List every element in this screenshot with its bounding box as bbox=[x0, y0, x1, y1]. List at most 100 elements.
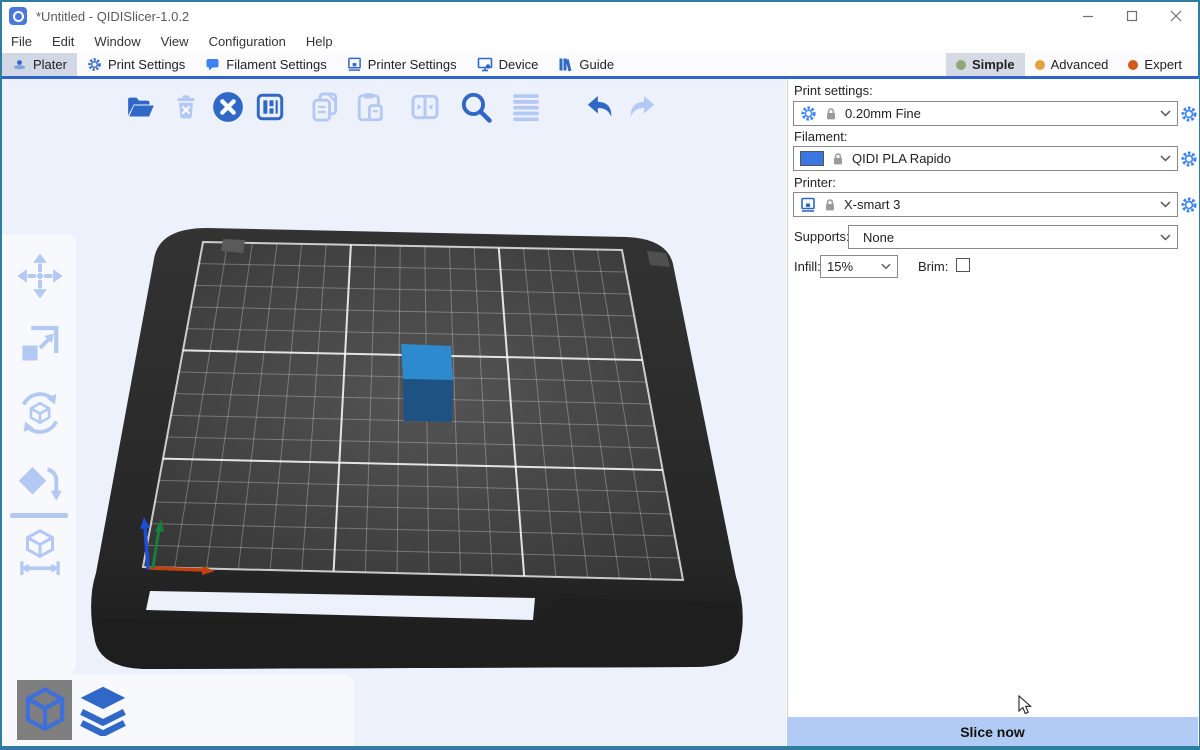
tab-guide[interactable]: Guide bbox=[548, 53, 624, 76]
tab-label: Plater bbox=[33, 57, 67, 72]
advanced-dot-icon bbox=[1035, 60, 1045, 70]
gear-icon bbox=[800, 105, 817, 122]
gear-icon bbox=[1180, 105, 1198, 123]
expert-dot-icon bbox=[1128, 60, 1138, 70]
copy-button[interactable] bbox=[305, 88, 345, 126]
scale-tool-button[interactable] bbox=[14, 315, 66, 371]
lock-icon bbox=[831, 152, 845, 166]
chevron-down-icon bbox=[1160, 155, 1171, 162]
title-bar: *Untitled - QIDISlicer-1.0.2 bbox=[2, 2, 1198, 30]
menu-edit[interactable]: Edit bbox=[42, 34, 84, 49]
menu-window[interactable]: Window bbox=[84, 34, 150, 49]
redo-button[interactable] bbox=[622, 88, 662, 126]
bed-clip-left bbox=[221, 239, 245, 253]
tab-filament-settings[interactable]: Filament Settings bbox=[195, 53, 336, 76]
rotate-tool-button[interactable] bbox=[14, 385, 66, 441]
chevron-down-icon bbox=[1160, 201, 1171, 208]
filament-select[interactable]: QIDI PLA Rapido bbox=[793, 146, 1178, 171]
editor-view-button[interactable] bbox=[17, 680, 72, 740]
printer-bed-scene[interactable] bbox=[2, 79, 786, 746]
menu-configuration[interactable]: Configuration bbox=[199, 34, 296, 49]
device-monitor-icon bbox=[477, 57, 493, 72]
tab-printer-settings[interactable]: Printer Settings bbox=[337, 53, 467, 76]
slice-now-button[interactable]: Slice now bbox=[787, 717, 1198, 746]
undo-button[interactable] bbox=[580, 88, 620, 126]
print-settings-select[interactable]: 0.20mm Fine bbox=[793, 101, 1178, 126]
model-cube[interactable] bbox=[401, 344, 453, 422]
cube-front-face bbox=[403, 379, 453, 422]
3d-editor-icon bbox=[21, 684, 69, 736]
move-icon bbox=[15, 250, 65, 302]
printer-value: X-smart 3 bbox=[844, 197, 1153, 212]
print-settings-value: 0.20mm Fine bbox=[845, 106, 1153, 121]
brim-checkbox[interactable] bbox=[956, 258, 970, 272]
cube-top-face bbox=[401, 344, 453, 380]
place-on-face-tool-button[interactable] bbox=[14, 454, 66, 510]
tab-label: Device bbox=[499, 57, 539, 72]
simple-dot-icon bbox=[956, 60, 966, 70]
brim-label: Brim: bbox=[918, 259, 948, 274]
gear-icon bbox=[1180, 196, 1198, 214]
mode-advanced[interactable]: Advanced bbox=[1025, 53, 1119, 76]
redo-icon bbox=[625, 90, 659, 124]
printer-icon bbox=[800, 197, 816, 213]
supports-select[interactable]: None bbox=[848, 225, 1178, 249]
guide-books-icon bbox=[558, 57, 573, 72]
mode-label: Advanced bbox=[1051, 57, 1109, 72]
open-project-button[interactable] bbox=[120, 88, 160, 126]
search-button[interactable] bbox=[456, 88, 496, 126]
plater-icon bbox=[12, 57, 27, 72]
delete-all-button[interactable] bbox=[208, 88, 248, 126]
gear-icon bbox=[1180, 150, 1198, 168]
print-settings-gear-button[interactable] bbox=[1180, 105, 1198, 123]
split-icon bbox=[409, 91, 441, 123]
minimize-button[interactable] bbox=[1066, 2, 1110, 30]
maximize-button[interactable] bbox=[1110, 2, 1154, 30]
delete-button[interactable] bbox=[166, 88, 206, 126]
split-objects-button[interactable] bbox=[405, 88, 445, 126]
place-on-face-icon bbox=[15, 456, 65, 508]
paste-button[interactable] bbox=[350, 88, 390, 126]
rotate-icon bbox=[14, 386, 66, 440]
tab-print-settings[interactable]: Print Settings bbox=[77, 53, 195, 76]
menu-bar: File Edit Window View Configuration Help bbox=[2, 30, 1198, 53]
chevron-down-icon bbox=[881, 263, 891, 270]
supports-label: Supports: bbox=[794, 229, 850, 244]
filament-color-swatch bbox=[800, 151, 824, 166]
close-button[interactable] bbox=[1154, 2, 1198, 30]
printer-select[interactable]: X-smart 3 bbox=[793, 192, 1178, 217]
measure-icon bbox=[15, 525, 65, 579]
menu-view[interactable]: View bbox=[151, 34, 199, 49]
infill-select[interactable]: 15% bbox=[820, 255, 898, 278]
measure-tool-button[interactable] bbox=[14, 524, 66, 580]
scale-icon bbox=[15, 316, 65, 370]
paste-icon bbox=[353, 90, 387, 124]
main-area: Print settings: 0.20mm Fine bbox=[2, 79, 1198, 746]
tab-plater[interactable]: Plater bbox=[2, 53, 77, 76]
chevron-down-icon bbox=[1160, 234, 1171, 241]
arrange-button[interactable] bbox=[250, 88, 290, 126]
filament-gear-button[interactable] bbox=[1180, 150, 1198, 168]
chevron-down-icon bbox=[1160, 110, 1171, 117]
move-tool-button[interactable] bbox=[14, 248, 66, 304]
infill-label: Infill: bbox=[794, 259, 821, 274]
preview-view-button[interactable] bbox=[74, 682, 132, 738]
settings-panel: Print settings: 0.20mm Fine bbox=[787, 79, 1199, 746]
lock-icon bbox=[824, 107, 838, 121]
printer-label: Printer: bbox=[794, 175, 836, 190]
viewport-3d[interactable] bbox=[2, 79, 786, 746]
mode-simple[interactable]: Simple bbox=[946, 53, 1025, 76]
mode-expert[interactable]: Expert bbox=[1118, 53, 1192, 76]
tab-label: Print Settings bbox=[108, 57, 185, 72]
tab-label: Filament Settings bbox=[226, 57, 326, 72]
copy-icon bbox=[308, 90, 342, 124]
menu-file[interactable]: File bbox=[2, 34, 42, 49]
filament-value: QIDI PLA Rapido bbox=[852, 151, 1153, 166]
layer-list-icon bbox=[507, 90, 545, 124]
printer-icon bbox=[347, 57, 362, 72]
menu-help[interactable]: Help bbox=[296, 34, 343, 49]
variable-layer-height-button[interactable] bbox=[506, 88, 546, 126]
tab-device[interactable]: Device bbox=[467, 53, 549, 76]
printer-gear-button[interactable] bbox=[1180, 196, 1198, 214]
tab-label: Guide bbox=[579, 57, 614, 72]
